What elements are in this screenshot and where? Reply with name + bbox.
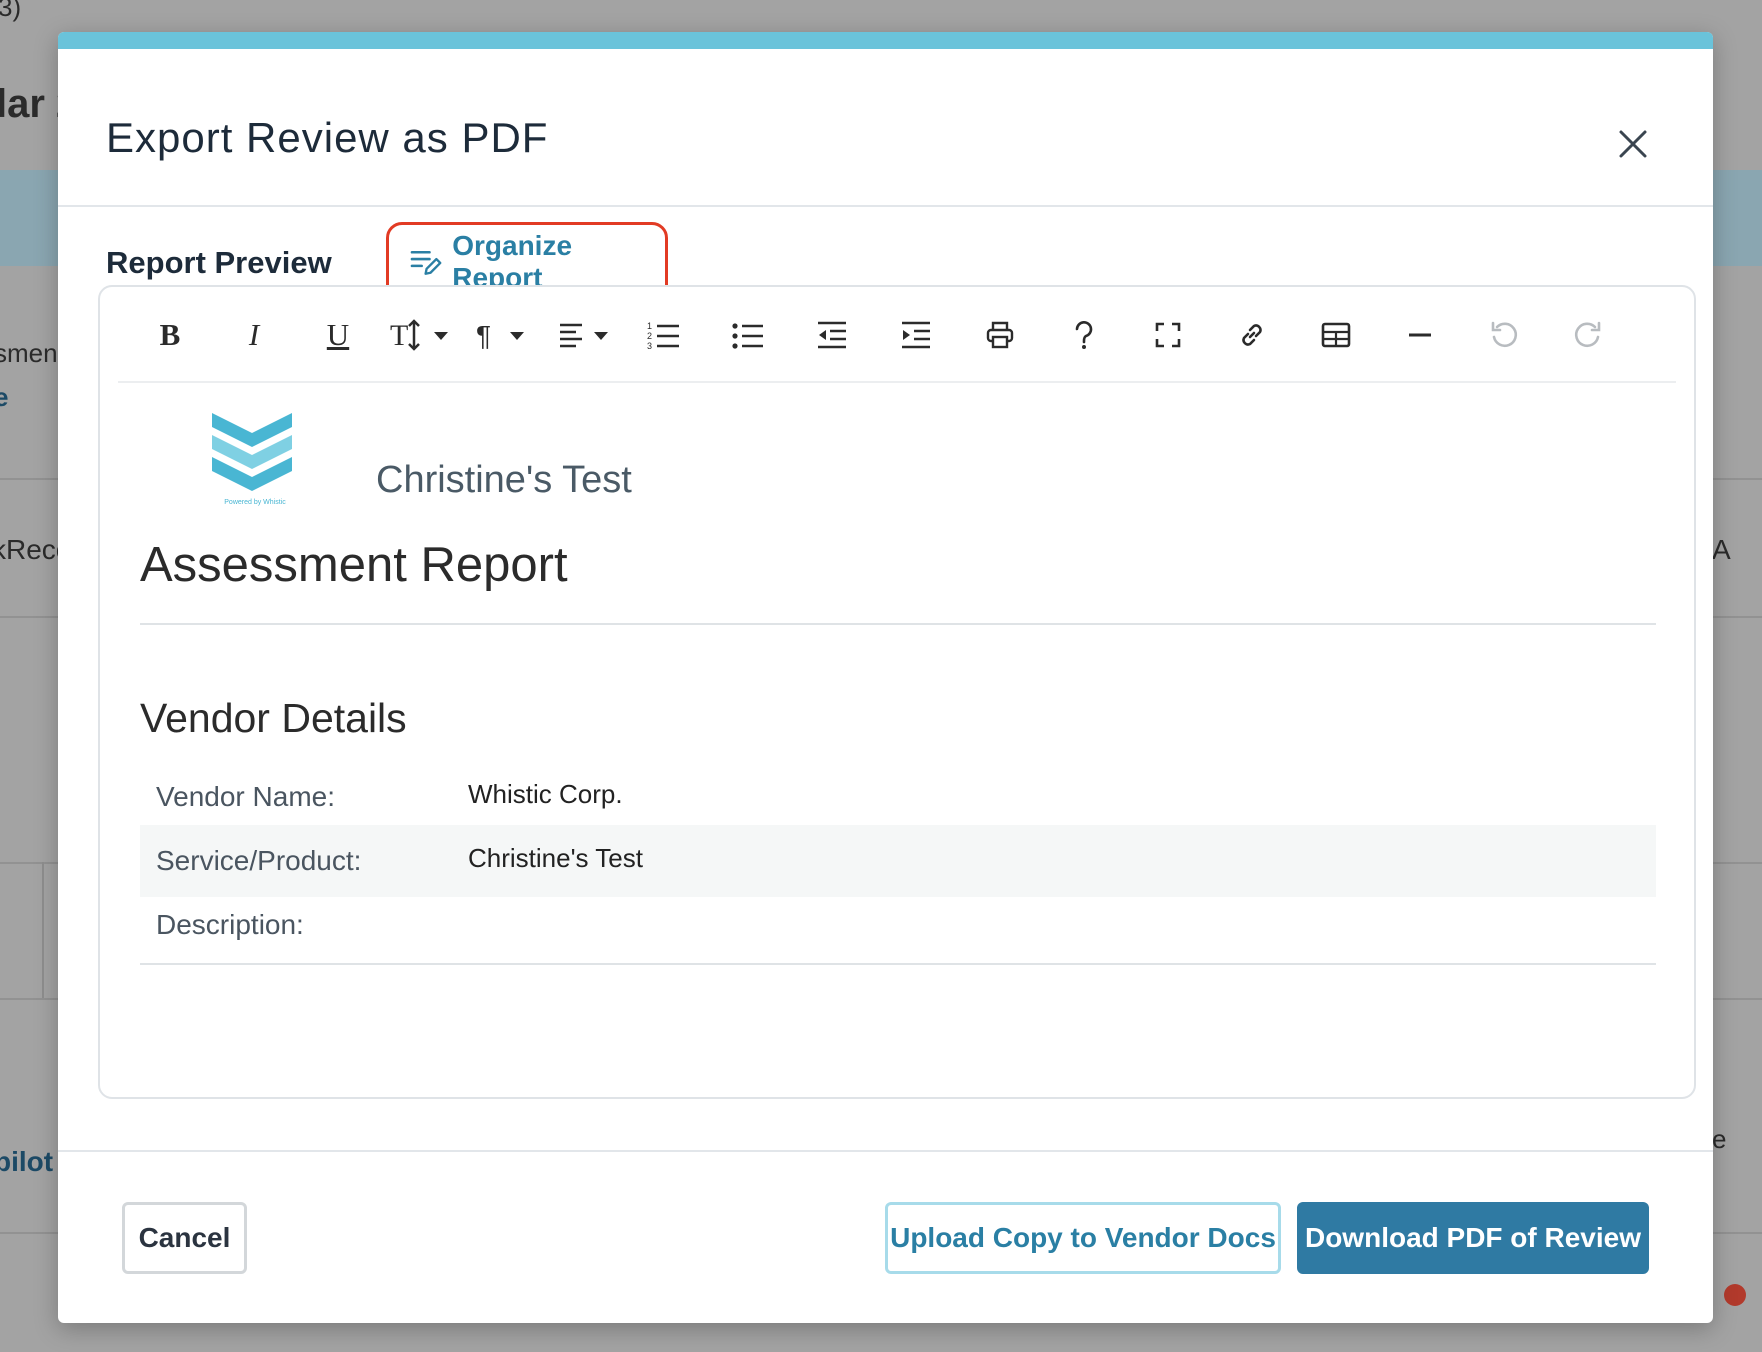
upload-to-vendor-docs-button[interactable]: Upload Copy to Vendor Docs [885,1202,1281,1274]
svg-text:3: 3 [647,341,652,351]
report-editor: B I U T ¶ 1 2 3 Powered by Whistic Chris… [98,285,1696,1099]
detail-label: Description: [156,909,304,940]
undo-icon [1491,321,1518,348]
font-size-dropdown[interactable]: T [390,313,454,357]
svg-text:¶: ¶ [476,320,491,351]
edit-list-icon [410,250,442,275]
background-text: sment [0,338,65,368]
table-button[interactable] [1314,313,1358,357]
modal-title: Export Review as PDF [106,114,549,161]
bold-icon: B [159,317,181,352]
align-dropdown[interactable] [558,313,618,357]
background-column-line [42,862,44,998]
close-icon [1619,130,1647,158]
redo-button[interactable] [1566,313,1610,357]
help-button[interactable] [1062,313,1106,357]
font-size-icon: T [390,319,448,352]
detail-row-service-product: Service/Product: Christine's Test [140,825,1656,897]
report-divider [140,623,1656,625]
modal-header: Export Review as PDF [58,49,1713,207]
logo-caption: Powered by Whistic [224,499,286,506]
outdent-button[interactable] [810,313,854,357]
export-pdf-modal: Export Review as PDF Report Preview Orga… [58,32,1713,1323]
notification-dot [1724,1284,1746,1306]
bold-button[interactable]: B [148,313,192,357]
detail-label: Service/Product: [156,845,362,876]
outdent-icon [818,321,846,349]
paragraph-icon: ¶ [476,320,524,351]
link-button[interactable] [1230,313,1274,357]
print-button[interactable] [978,313,1022,357]
editor-toolbar: B I U T ¶ 1 2 3 [118,287,1676,383]
report-preview-label: Report Preview [106,245,332,280]
background-text: 3) [0,0,22,22]
background-text: A [1712,534,1731,565]
background-link: e [0,382,9,412]
svg-text:T: T [390,319,408,352]
help-icon [1075,321,1093,349]
detail-value: Christine's Test [468,843,643,873]
download-pdf-button[interactable]: Download PDF of Review [1297,1202,1649,1274]
cancel-button[interactable]: Cancel [122,1202,247,1274]
detail-value: Whistic Corp. [468,779,623,809]
ordered-list-icon: 1 2 3 [647,321,679,351]
align-left-icon [560,323,608,348]
report-title: Assessment Report [140,538,568,592]
fullscreen-icon [1155,322,1181,348]
background-link: pilot [0,1146,54,1177]
undo-button[interactable] [1482,313,1526,357]
detail-row-vendor-name: Vendor Name: Whistic Corp. [140,761,1656,833]
print-icon [986,321,1014,349]
svg-text:1: 1 [647,321,652,331]
detail-label: Vendor Name: [156,781,335,812]
modal-accent-bar [58,32,1713,49]
horizontal-rule-icon [1409,333,1431,337]
close-button[interactable] [1616,127,1650,161]
italic-button[interactable]: I [232,313,276,357]
detail-row-description: Description: [140,889,1656,961]
underline-icon: U [326,317,350,352]
redo-icon [1574,321,1601,348]
whistic-logo [212,413,292,491]
link-icon [1242,324,1262,346]
fullscreen-button[interactable] [1146,313,1190,357]
unordered-list-icon [732,323,763,349]
unordered-list-button[interactable] [726,313,770,357]
modal-footer-divider [58,1150,1713,1152]
italic-icon: I [248,317,260,352]
report-divider [140,963,1656,965]
table-icon [1321,322,1351,348]
svg-text:2: 2 [647,331,652,341]
underline-button[interactable]: U [316,313,360,357]
indent-icon [902,321,930,349]
ordered-list-button[interactable]: 1 2 3 [642,313,686,357]
background-text: e [1712,1124,1727,1154]
indent-button[interactable] [894,313,938,357]
horizontal-rule-button[interactable] [1398,313,1442,357]
vendor-details-heading: Vendor Details [140,695,407,741]
paragraph-dropdown[interactable]: ¶ [474,313,534,357]
report-company-name: Christine's Test [376,459,632,501]
